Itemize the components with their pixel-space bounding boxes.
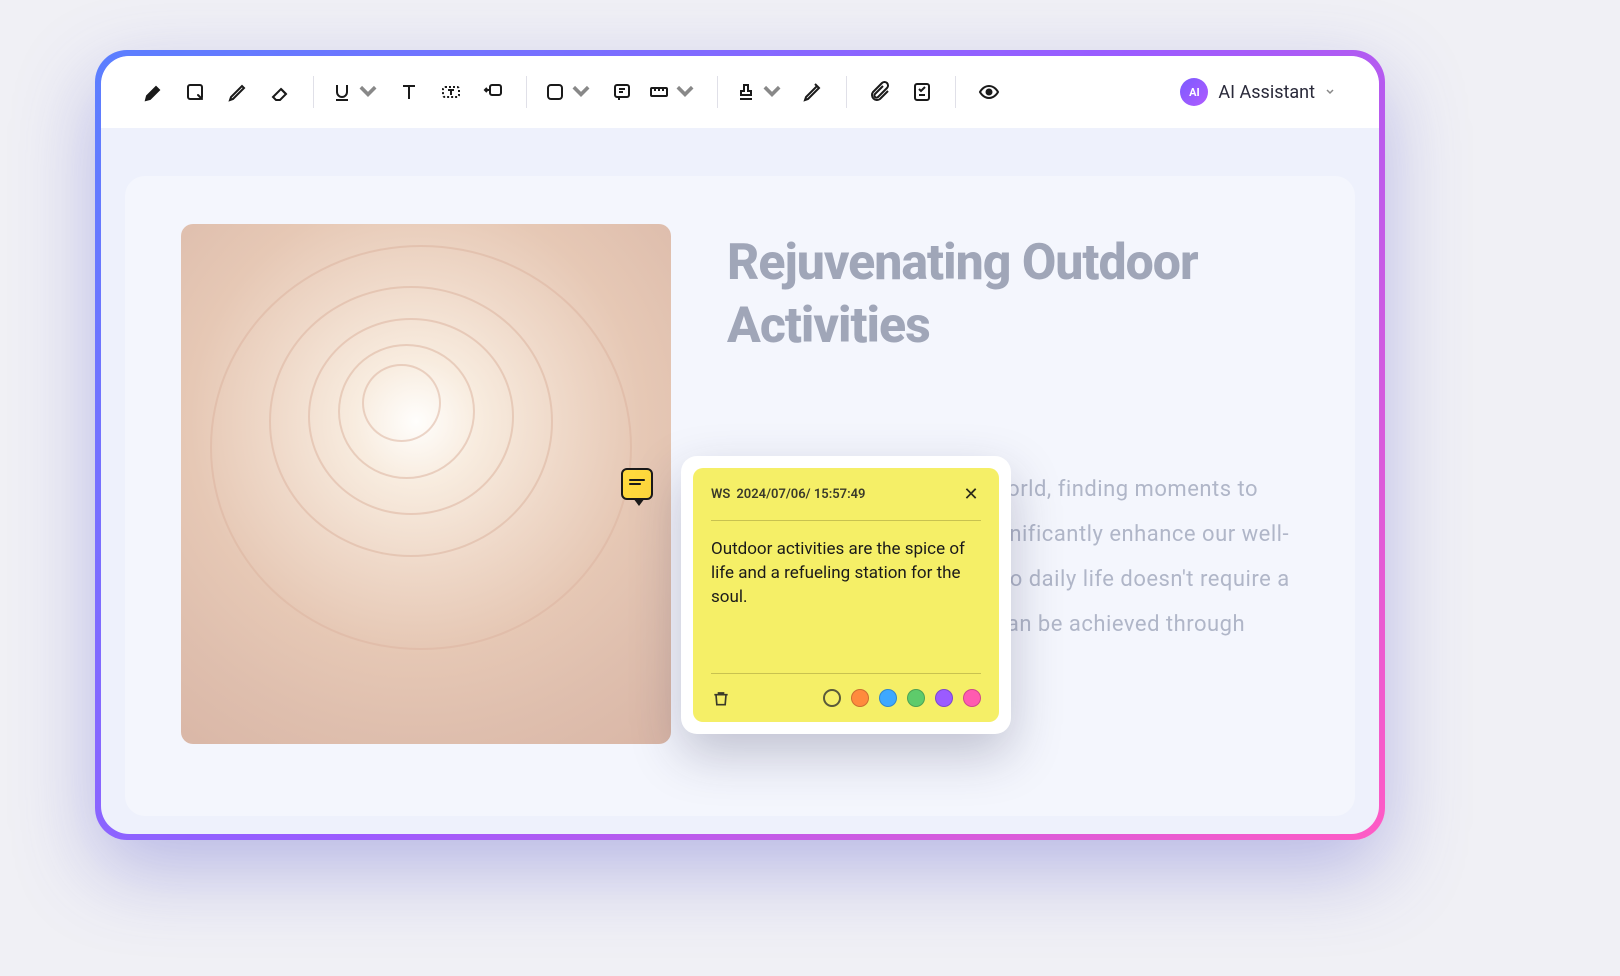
color-swatch-purple[interactable] [935, 689, 953, 707]
toolbar: AI AI Assistant [101, 56, 1379, 128]
divider [846, 76, 847, 108]
eraser-icon[interactable] [263, 75, 297, 109]
sticky-note-popup: WS 2024/07/06/ 15:57:49 ✕ Outdoor activi… [681, 456, 1011, 734]
sticky-note-inner: WS 2024/07/06/ 15:57:49 ✕ Outdoor activi… [693, 468, 999, 722]
note-marker-icon[interactable] [621, 468, 653, 500]
document-image [181, 224, 671, 744]
divider [711, 520, 981, 521]
color-swatches [823, 689, 981, 707]
note-icon[interactable] [605, 75, 639, 109]
divider [717, 76, 718, 108]
underline-icon[interactable] [330, 75, 384, 109]
sticky-note-footer [711, 673, 981, 708]
checklist-icon[interactable] [905, 75, 939, 109]
ai-badge-icon: AI [1180, 78, 1208, 106]
highlighter-icon[interactable] [137, 75, 171, 109]
shape-icon[interactable] [543, 75, 597, 109]
color-swatch-green[interactable] [907, 689, 925, 707]
text-icon[interactable] [392, 75, 426, 109]
divider [526, 76, 527, 108]
ai-assistant-label: AI Assistant [1218, 82, 1315, 103]
pencil-icon[interactable] [221, 75, 255, 109]
divider [313, 76, 314, 108]
trash-icon[interactable] [711, 688, 731, 708]
sticky-note-body[interactable]: Outdoor activities are the spice of life… [711, 537, 981, 657]
signature-icon[interactable] [796, 75, 830, 109]
callout-icon[interactable] [476, 75, 510, 109]
eye-icon[interactable] [972, 75, 1006, 109]
attachment-icon[interactable] [863, 75, 897, 109]
content-area: Rejuvenating Outdoor Activities In the f… [101, 128, 1379, 834]
close-icon[interactable]: ✕ [961, 484, 981, 504]
textbox-icon[interactable] [434, 75, 468, 109]
sticky-note-header: WS 2024/07/06/ 15:57:49 ✕ [711, 484, 981, 504]
app-frame: AI AI Assistant Rejuvenating Outdoor Act… [95, 50, 1385, 840]
ai-assistant-button[interactable]: AI AI Assistant [1172, 74, 1343, 110]
chevron-down-icon [1325, 87, 1335, 97]
document-heading: Rejuvenating Outdoor Activities [727, 232, 1299, 357]
color-swatch-blue[interactable] [879, 689, 897, 707]
color-swatch-none[interactable] [823, 689, 841, 707]
color-swatch-pink[interactable] [963, 689, 981, 707]
stamp-icon[interactable] [734, 75, 788, 109]
measure-icon[interactable] [647, 75, 701, 109]
divider [955, 76, 956, 108]
sticky-note-timestamp: 2024/07/06/ 15:57:49 [736, 487, 865, 502]
area-highlight-icon[interactable] [179, 75, 213, 109]
sticky-note-author: WS [711, 487, 730, 502]
app-inner: AI AI Assistant Rejuvenating Outdoor Act… [101, 56, 1379, 834]
color-swatch-orange[interactable] [851, 689, 869, 707]
